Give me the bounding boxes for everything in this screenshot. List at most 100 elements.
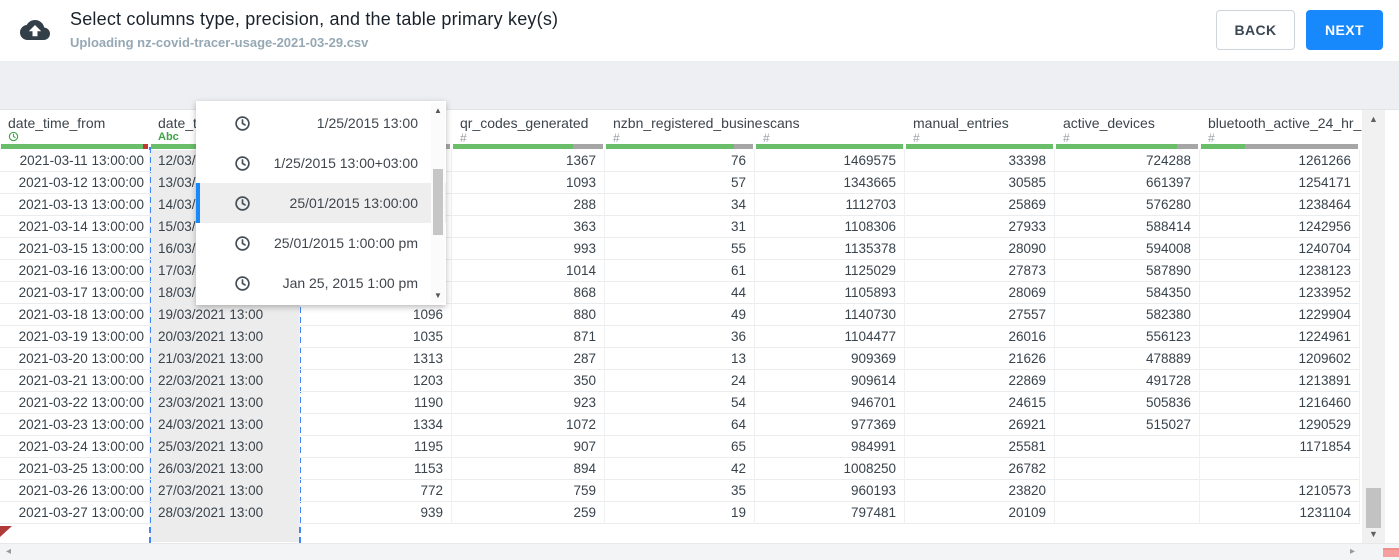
table-cell: 2021-03-15 13:00:00 — [0, 238, 150, 260]
error-flag-marker — [0, 526, 12, 537]
table-cell: 259 — [452, 502, 605, 524]
table-cell: 24/03/2021 13:00 — [150, 414, 300, 436]
page-title: Select columns type, precision, and the … — [70, 9, 559, 29]
table-cell: 26016 — [905, 326, 1055, 348]
table-cell: 19/03/2021 13:00 — [150, 304, 300, 326]
table-cell: 23820 — [905, 480, 1055, 502]
table-cell: 27873 — [905, 260, 1055, 282]
table-cell — [1055, 436, 1200, 458]
column-header-date_t[interactable]: date_t — [158, 115, 197, 131]
table-cell: 1008250 — [755, 458, 905, 480]
text-type-marker: Abc — [158, 131, 179, 143]
table-cell: 54 — [605, 392, 755, 414]
table-cell: 2021-03-21 13:00:00 — [0, 370, 150, 392]
scroll-up-arrow[interactable]: ▲ — [1362, 114, 1385, 124]
dropdown-option-label: 25/01/2015 1:00:00 pm — [273, 235, 418, 251]
table-row: 2021-03-25 13:00:00 26/03/2021 13:00 1153 8… — [0, 458, 1360, 480]
table-cell: 871 — [452, 326, 605, 348]
table-cell: 1254171 — [1200, 172, 1360, 194]
table-cell: 1195 — [300, 436, 452, 458]
table-cell: 2021-03-18 13:00:00 — [0, 304, 150, 326]
table-cell: 491728 — [1055, 370, 1200, 392]
table-cell: 26782 — [905, 458, 1055, 480]
table-row: 2021-03-26 13:00:00 27/03/2021 13:00 772 75… — [0, 480, 1360, 502]
scroll-right-arrow[interactable]: ▸ — [1350, 546, 1355, 557]
table-cell: 759 — [452, 480, 605, 502]
column-header-nzbn_registered_busine[interactable]: nzbn_registered_busine — [613, 115, 762, 131]
datetime-format-dropdown-panel: 1/25/2015 13:00 1/25/2015 13:00+03:00 25/0… — [196, 101, 446, 305]
clock-icon — [235, 155, 250, 171]
vertical-scrollbar[interactable]: ▲ ▼ — [1362, 110, 1385, 543]
table-cell: 28069 — [905, 282, 1055, 304]
table-cell — [1055, 502, 1200, 524]
dropdown-option[interactable]: 25/01/2015 13:00:00 — [196, 183, 446, 223]
next-button[interactable]: NEXT — [1306, 10, 1383, 50]
table-cell: 1203 — [300, 370, 452, 392]
table-row: 2021-03-20 13:00:00 21/03/2021 13:00 1313 2… — [0, 348, 1360, 370]
table-cell: 1125029 — [755, 260, 905, 282]
dropdown-scroll-thumb[interactable] — [433, 169, 443, 235]
column-header-qr_codes_generated[interactable]: qr_codes_generated — [460, 115, 588, 131]
dropdown-option-label: 1/25/2015 13:00+03:00 — [273, 155, 418, 171]
table-cell: 22/03/2021 13:00 — [150, 370, 300, 392]
horizontal-scrollbar[interactable]: ◂ ▸ — [0, 543, 1399, 560]
table-cell: 64 — [605, 414, 755, 436]
table-cell: 26921 — [905, 414, 1055, 436]
table-cell — [1200, 458, 1360, 480]
table-cell: 1240704 — [1200, 238, 1360, 260]
dropdown-option-label: 1/25/2015 13:00 — [316, 115, 418, 131]
table-cell: 868 — [452, 282, 605, 304]
clock-icon — [235, 235, 250, 251]
column-header-date_time_from[interactable]: date_time_from — [8, 115, 105, 131]
table-cell: 27/03/2021 13:00 — [150, 480, 300, 502]
table-cell: 34 — [605, 194, 755, 216]
table-cell: 1190 — [300, 392, 452, 414]
table-cell: 1072 — [452, 414, 605, 436]
back-button[interactable]: BACK — [1216, 10, 1295, 50]
table-cell: 923 — [452, 392, 605, 414]
table-cell: 1096 — [300, 304, 452, 326]
table-cell: 24 — [605, 370, 755, 392]
table-cell: 2021-03-12 13:00:00 — [0, 172, 150, 194]
table-cell: 909369 — [755, 348, 905, 370]
table-cell: 28090 — [905, 238, 1055, 260]
table-cell: 42 — [605, 458, 755, 480]
table-cell: 1261266 — [1200, 150, 1360, 172]
column-quality-bar — [1056, 144, 1198, 149]
column-header-bluetooth_active_24_hr_[interactable]: bluetooth_active_24_hr_ — [1208, 115, 1361, 131]
table-row: 2021-03-23 13:00:00 24/03/2021 13:00 1334 1… — [0, 414, 1360, 436]
dropdown-option[interactable]: Jan 25, 2015 1:00 pm — [196, 263, 446, 303]
table-cell: 1313 — [300, 348, 452, 370]
table-row: 2021-03-19 13:00:00 20/03/2021 13:00 1035 8… — [0, 326, 1360, 348]
column-header-manual_entries[interactable]: manual_entries — [913, 115, 1009, 131]
table-cell: 977369 — [755, 414, 905, 436]
table-cell: 1367 — [452, 150, 605, 172]
table-cell: 61 — [605, 260, 755, 282]
clock-icon — [235, 195, 250, 211]
vertical-scroll-thumb[interactable] — [1366, 488, 1381, 528]
table-cell: 13 — [605, 348, 755, 370]
dropdown-scroll-up-arrow[interactable]: ▲ — [431, 106, 445, 115]
clock-icon — [235, 115, 250, 131]
table-cell: 1469575 — [755, 150, 905, 172]
column-header-scans[interactable]: scans — [763, 115, 800, 131]
table-cell: 1216460 — [1200, 392, 1360, 414]
dropdown-option[interactable]: 1/25/2015 13:00 — [196, 103, 446, 143]
cloud-upload-icon — [20, 20, 50, 40]
column-header-active_devices[interactable]: active_devices — [1063, 115, 1155, 131]
dropdown-option-label: Jan 25, 2015 1:00 pm — [282, 275, 418, 291]
dropdown-scroll-down-arrow[interactable]: ▼ — [431, 291, 445, 300]
dropdown-option[interactable]: 1/25/2015 13:00+03:00 — [196, 143, 446, 183]
table-cell: 797481 — [755, 502, 905, 524]
table-cell: 1171854 — [1200, 436, 1360, 458]
scroll-down-arrow[interactable]: ▼ — [1362, 529, 1385, 539]
scroll-left-arrow[interactable]: ◂ — [6, 546, 11, 557]
table-row: 2021-03-22 13:00:00 23/03/2021 13:00 1190 9… — [0, 392, 1360, 414]
table-cell: 661397 — [1055, 172, 1200, 194]
dropdown-option[interactable]: 25/01/2015 1:00:00 pm — [196, 223, 446, 263]
dropdown-scrollbar[interactable]: ▲ ▼ — [431, 103, 445, 303]
table-cell: 907 — [452, 436, 605, 458]
table-cell: 288 — [452, 194, 605, 216]
number-type-marker: # — [613, 131, 620, 145]
table-row: 2021-03-18 13:00:00 19/03/2021 13:00 1096 8… — [0, 304, 1360, 326]
